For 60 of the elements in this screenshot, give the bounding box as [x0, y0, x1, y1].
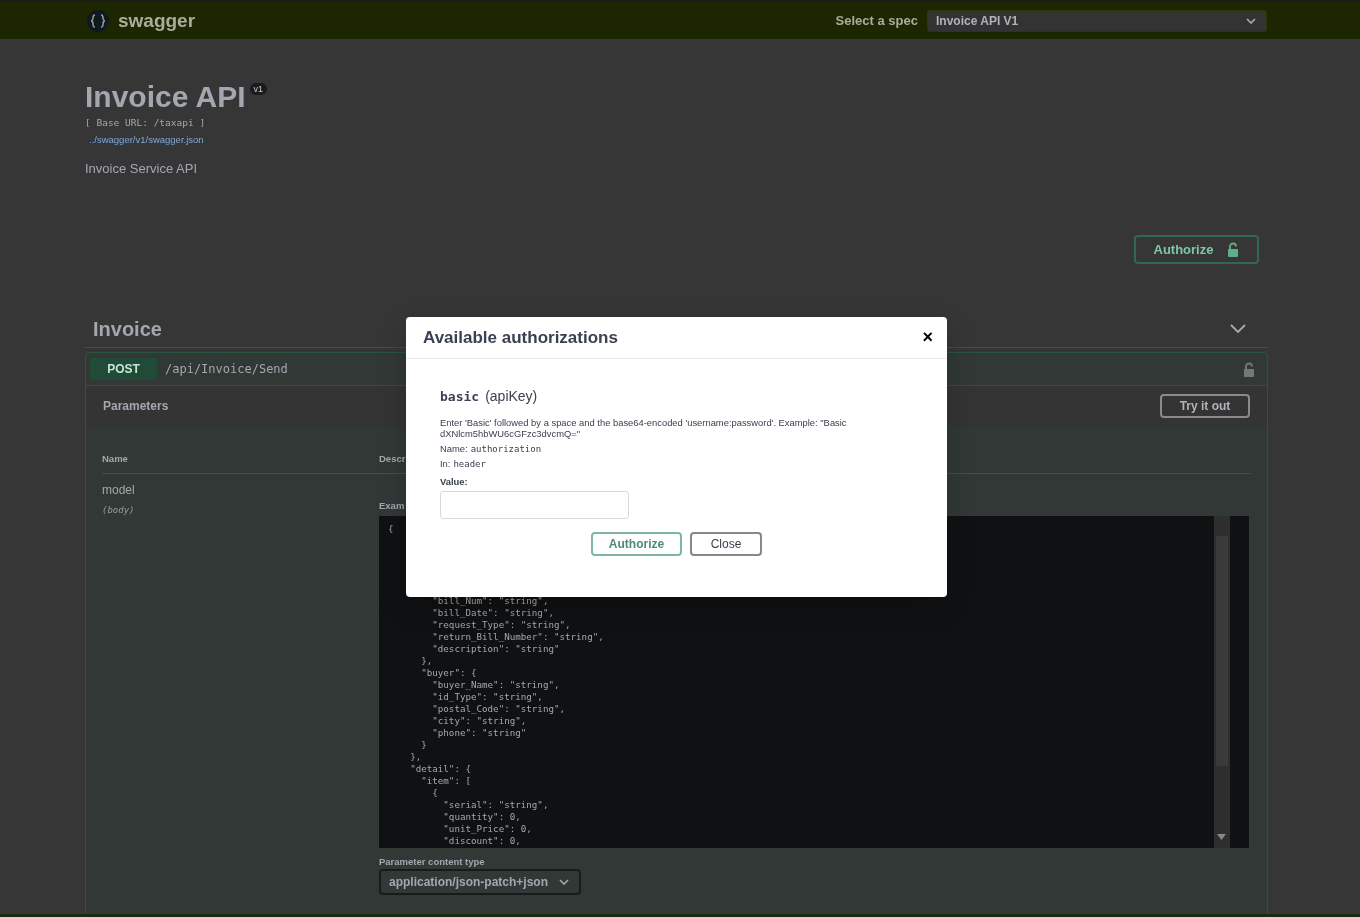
chevron-down-icon: [1246, 17, 1256, 24]
lock-icon[interactable]: [1243, 361, 1255, 377]
code-line: "description": "string": [431, 643, 561, 655]
code-line: },: [420, 655, 434, 667]
code-line: "buyer_Name": "string",: [431, 679, 561, 691]
code-line: "city": "string",: [431, 715, 528, 727]
spec-link[interactable]: ../swagger/v1/swagger.json: [89, 134, 204, 145]
code-line: "unit_Price": 0,: [442, 823, 533, 835]
base-url: [ Base URL: /taxapi ]: [85, 117, 207, 129]
lock-icon: [1227, 242, 1240, 257]
authorize-button[interactable]: Authorize: [1134, 235, 1259, 264]
version-badge: v1: [249, 83, 268, 95]
logo-icon: [86, 8, 110, 33]
scheme-type: (apiKey): [485, 388, 538, 404]
close-button[interactable]: Close: [690, 532, 762, 556]
code-line: }: [420, 739, 428, 751]
scheme-description: Enter 'Basic' followed by a space and the base64-encoded 'username:password'. Example: "Basic dXNlcm5hbWU6cGFzc3dvcmQ=": [440, 417, 848, 439]
code-line: "id_Type": "string",: [431, 691, 544, 703]
parameters-heading: Parameters: [103, 399, 169, 413]
code-line: },: [409, 751, 423, 763]
code-line: "detail": {: [409, 763, 472, 775]
chevron-down-icon: [559, 879, 569, 885]
code-line: "return_Bill_Number": "string",: [431, 631, 605, 643]
column-header: Descr: [379, 453, 406, 464]
code-line: "bill_Date": "string",: [431, 607, 555, 619]
column-header: Name: [102, 453, 129, 464]
content-type-label: Parameter content type: [379, 856, 486, 867]
scroll-down-icon[interactable]: [1217, 834, 1226, 840]
parameter-name: model: [102, 483, 136, 497]
code-line: "request_Type": "string",: [431, 619, 572, 631]
value-input[interactable]: [440, 491, 629, 519]
in-label: In:: [440, 458, 451, 469]
in-value: header: [453, 459, 486, 469]
code-line: {: [431, 787, 439, 799]
close-button[interactable]: ×: [920, 327, 935, 348]
brand-name: swagger: [118, 9, 196, 32]
api-description: Invoice Service API: [85, 161, 198, 176]
name-value: authorization: [470, 444, 542, 454]
code-line: "postal_Code": "string",: [431, 703, 566, 715]
try-it-out-button[interactable]: Try it out: [1160, 394, 1250, 418]
scheme-name: basic: [440, 389, 480, 404]
authorize-button[interactable]: Authorize: [591, 532, 682, 556]
spec-label: Select a spec: [835, 13, 918, 28]
code-line: "item": [: [420, 775, 472, 787]
method-badge: POST: [90, 358, 157, 380]
code-line: "quantity": 0,: [442, 811, 522, 823]
parameter-location: (body): [102, 505, 136, 515]
spec-select[interactable]: Invoice API V1: [927, 9, 1267, 32]
code-line: "discount": 0,: [442, 835, 522, 847]
name-label: Name:: [440, 443, 468, 454]
code-line: "bill_Num": "string",: [431, 595, 550, 607]
code-line: "buyer": {: [420, 667, 478, 679]
api-title: Invoice API: [85, 79, 246, 115]
code-line: {: [388, 523, 395, 535]
code-line: "phone": "string": [431, 727, 528, 739]
dialog-title: Available authorizations: [423, 327, 618, 348]
content-type-select[interactable]: application/json-patch+json: [379, 869, 581, 895]
scrollbar[interactable]: [1214, 516, 1230, 848]
code-line: "serial": "string",: [442, 799, 550, 811]
value-label: Value:: [440, 476, 469, 487]
